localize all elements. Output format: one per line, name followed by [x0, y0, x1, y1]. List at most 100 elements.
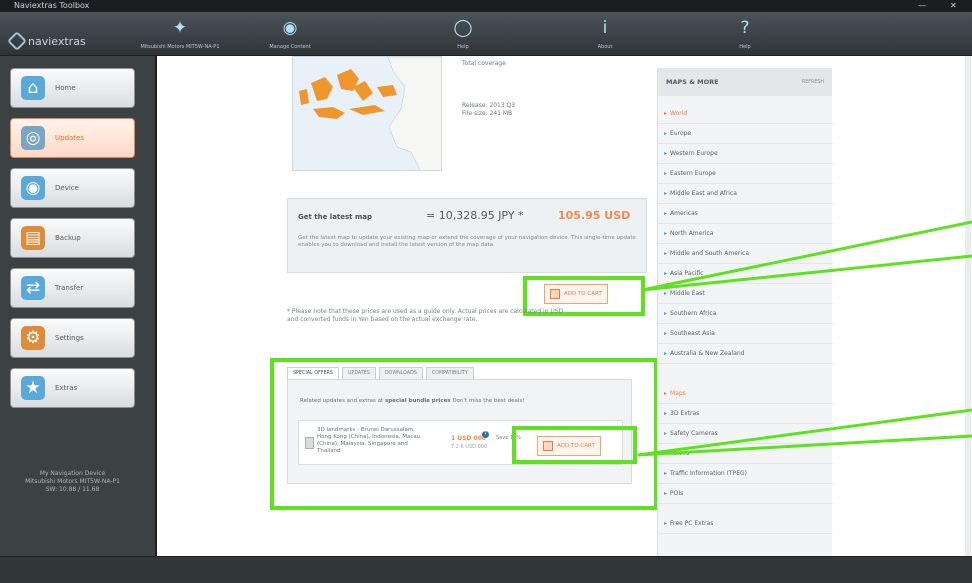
map-coverage: Total coverage — [462, 60, 506, 67]
group-icon: ◉ — [282, 18, 298, 38]
info-icon[interactable]: ? — [482, 431, 489, 438]
offer-intro-suffix: Don't miss the best deals! — [450, 398, 525, 404]
device-info: My Navigation Device Mitsubishi Motors M… — [25, 470, 120, 493]
sidebar-item-device[interactable]: ◉ Device — [10, 168, 135, 208]
list-item-europe[interactable]: ▸ Europe — [658, 124, 833, 144]
status-bar — [0, 556, 972, 583]
about-button[interactable]: i About — [560, 14, 650, 54]
logo-icon — [7, 31, 27, 51]
question-icon: ? — [740, 18, 750, 38]
home-icon: ⌂ — [21, 76, 45, 100]
car-icon: ✦ — [172, 18, 188, 38]
bullet-icon: ▸ — [664, 520, 668, 527]
sidebar-item-settings[interactable]: ⚙ Settings — [10, 318, 135, 358]
app-window: Naviextras Toolbox — ✕ naviextras ✦ Mits… — [0, 0, 972, 583]
bullet-icon: ▸ — [664, 130, 668, 137]
bullet-icon: ▸ — [664, 110, 668, 117]
offer-tabs: SPECIAL OFFERS UPDATES DOWNLOADS COMPATI… — [287, 367, 474, 379]
close-icon[interactable]: ✕ — [950, 0, 957, 12]
list-item-eastern-europe[interactable]: ▸ Eastern Europe — [658, 164, 833, 184]
offer-intro: Related updates and extras at special bu… — [300, 398, 524, 404]
offer-intro-bold: special bundle prices — [384, 398, 451, 404]
offer-old-price: 7 2 6 USD 000 — [451, 444, 488, 450]
about-label: About — [597, 44, 613, 50]
maps-and-more-link[interactable]: REFRESH — [802, 80, 824, 85]
sidebar-item-label: Settings — [55, 334, 84, 342]
gear-icon: ⚙ — [21, 326, 45, 350]
help-label: Help — [739, 44, 751, 50]
sidebar-item-label: Home — [55, 84, 76, 92]
list-item-label: World — [670, 110, 688, 117]
globe-icon: ◯ — [453, 18, 473, 38]
tab-compatibility[interactable]: COMPATIBILITY — [425, 367, 474, 379]
list-item-pois[interactable]: ▸ POIs — [658, 484, 833, 504]
bullet-icon: ▸ — [664, 470, 668, 477]
bullet-icon: ▸ — [664, 490, 668, 497]
title-bar: Naviextras Toolbox — ✕ — [0, 0, 972, 12]
backup-icon: ▤ — [21, 226, 45, 250]
web-label: Help — [457, 44, 469, 50]
sidebar-item-updates[interactable]: ◎ Updates — [10, 118, 135, 158]
list-item-label: POIs — [670, 490, 684, 497]
tab-special-offers[interactable]: SPECIAL OFFERS — [287, 367, 339, 379]
sidebar-item-label: Transfer — [55, 284, 84, 292]
list-item-label: Europe — [670, 130, 692, 137]
callout-lines — [637, 220, 972, 457]
star-icon: ★ — [21, 376, 45, 400]
sidebar-item-label: Updates — [55, 134, 84, 142]
disc-icon: ◎ — [21, 126, 45, 150]
map-release: Release: 2013 Q3 — [462, 102, 516, 109]
web-button[interactable]: ◯ Help — [418, 14, 508, 54]
buy-latest-map-box: Get the latest map = 10,328.95 JPY * 105… — [287, 198, 647, 273]
buy-description: Get the latest map to update your existi… — [298, 235, 636, 248]
maps-and-more-title: MAPS & MORE — [666, 78, 719, 86]
list-item-label: Middle East and Africa — [670, 190, 737, 197]
list-item-label: Eastern Europe — [670, 170, 716, 177]
offer-description: 3D landmarks - Brunei Darussalam, Hong K… — [317, 427, 421, 454]
device-label: Mitsubishi Motors MIT5W-NA-P1 — [140, 44, 220, 50]
sidebar-item-transfer[interactable]: ⇄ Transfer — [10, 268, 135, 308]
list-item-world[interactable]: ▸ World — [658, 104, 833, 124]
add-to-cart-button[interactable]: ADD TO CART — [544, 284, 608, 304]
globe-icon: ◉ — [21, 176, 45, 200]
cart-icon — [543, 441, 553, 451]
list-item-free-pc-extras[interactable]: ▸ Free PC Extras — [658, 514, 833, 534]
transfer-icon: ⇄ — [21, 276, 45, 300]
map-size: File size: 241 MB — [462, 110, 513, 117]
tab-updates[interactable]: UPDATES — [341, 367, 376, 379]
help-button[interactable]: ? Help — [700, 14, 790, 54]
tab-downloads[interactable]: DOWNLOADS — [378, 367, 423, 379]
sidebar-item-home[interactable]: ⌂ Home — [10, 68, 135, 108]
window-title: Naviextras Toolbox — [14, 1, 90, 10]
sidebar-item-extras[interactable]: ★ Extras — [10, 368, 135, 408]
sidebar-item-backup[interactable]: ▤ Backup — [10, 218, 135, 258]
logo: naviextras — [7, 31, 86, 51]
offer-add-to-cart-button[interactable]: ADD TO CART — [537, 436, 601, 456]
sidebar-item-label: Backup — [55, 234, 81, 242]
offer-intro-prefix: Related updates and extras at — [300, 398, 385, 404]
map-preview-graphic — [293, 57, 441, 170]
price-note: * Please note that these prices are used… — [287, 308, 564, 323]
bundle-icon — [305, 437, 314, 449]
maps-and-more-header: MAPS & MORE REFRESH — [658, 68, 832, 96]
top-toolbar: naviextras ✦ Mitsubishi Motors MIT5W-NA-… — [0, 12, 972, 56]
bullet-icon: ▸ — [664, 150, 668, 157]
cart-icon — [550, 289, 560, 299]
info-icon: i — [602, 18, 608, 38]
logo-text: naviextras — [28, 34, 86, 48]
bullet-icon: ▸ — [664, 170, 668, 177]
buy-title: Get the latest map — [298, 213, 372, 221]
price-jpy: = 10,328.95 JPY * — [426, 209, 524, 222]
list-item-middle-east-africa[interactable]: ▸ Middle East and Africa — [658, 184, 833, 204]
special-offers-panel: Related updates and extras at special bu… — [287, 379, 632, 484]
add-to-cart-label: ADD TO CART — [564, 291, 602, 297]
manage-content-button[interactable]: ◉ Manage Content — [245, 14, 335, 54]
sidebar-item-label: Device — [55, 184, 79, 192]
minimize-icon[interactable]: — — [918, 0, 926, 12]
device-button[interactable]: ✦ Mitsubishi Motors MIT5W-NA-P1 — [135, 14, 225, 54]
map-preview — [292, 56, 442, 171]
offer-price: 1 USD 000 — [451, 435, 487, 442]
list-item-western-europe[interactable]: ▸ Western Europe — [658, 144, 833, 164]
bullet-icon: ▸ — [664, 190, 668, 197]
list-item-label: Western Europe — [670, 150, 718, 157]
